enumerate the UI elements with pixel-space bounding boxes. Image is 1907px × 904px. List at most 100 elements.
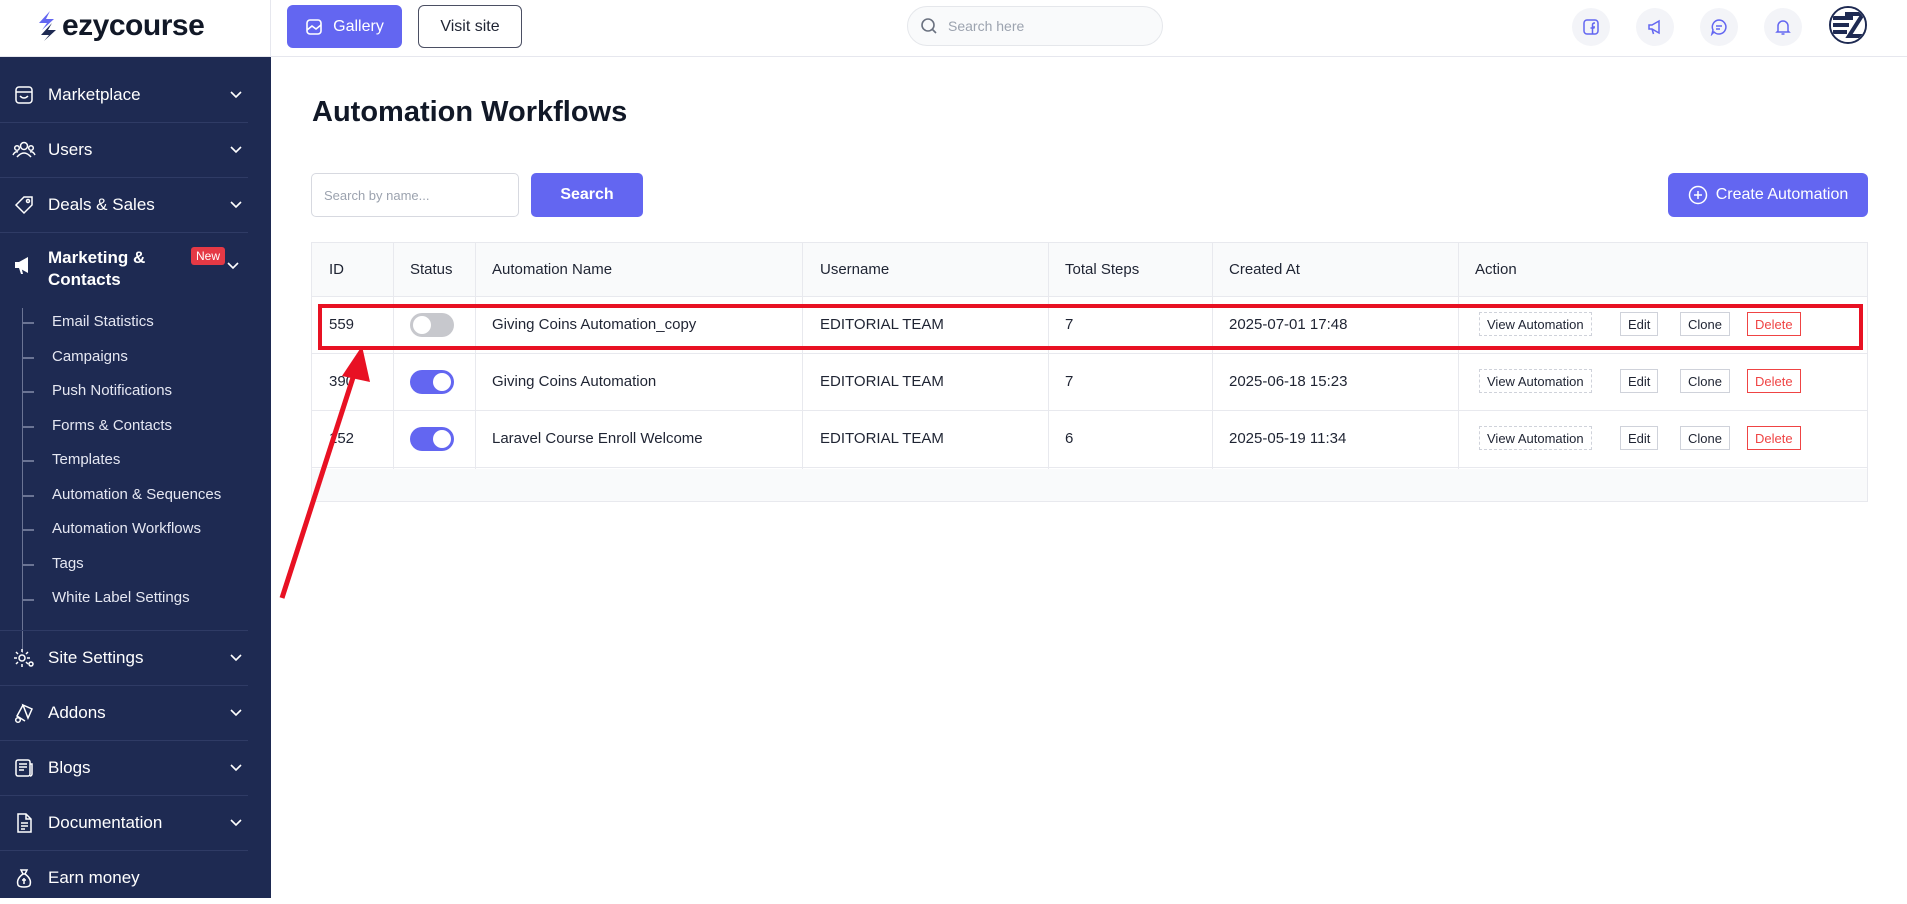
cell-id: 152 — [329, 430, 355, 447]
automations-table: ID Status Automation Name Username Total… — [311, 242, 1868, 502]
cell-id: 559 — [329, 316, 355, 333]
cell-total-steps: 7 — [1065, 316, 1074, 333]
visit-site-button[interactable]: Visit site — [418, 5, 522, 48]
gallery-button[interactable]: Gallery — [287, 5, 402, 48]
status-toggle[interactable] — [410, 427, 454, 451]
delete-button[interactable]: Delete — [1747, 369, 1801, 393]
clone-button[interactable]: Clone — [1680, 312, 1730, 336]
submenu-push-notifications[interactable]: Push Notifications — [52, 382, 172, 399]
column-header-username[interactable]: Username — [820, 261, 889, 278]
create-automation-button[interactable]: Create Automation — [1668, 173, 1868, 217]
chevron-down-icon — [227, 759, 245, 777]
name-search-input[interactable] — [311, 173, 519, 217]
search-button[interactable]: Search — [531, 173, 643, 217]
submenu-tags[interactable]: Tags — [52, 555, 84, 572]
toggle-knob — [433, 373, 451, 391]
submenu-automation-sequences[interactable]: Automation & Sequences — [52, 486, 221, 503]
column-header-id[interactable]: ID — [329, 261, 344, 278]
submenu-white-label-settings[interactable]: White Label Settings — [52, 589, 190, 606]
megaphone-icon — [12, 254, 34, 281]
sidebar-divider — [0, 630, 248, 631]
top-bar: ezycourse Gallery Visit site — [0, 0, 1907, 57]
status-toggle[interactable] — [410, 313, 454, 337]
cell-username: EDITORIAL TEAM — [820, 316, 944, 333]
toggle-knob — [413, 316, 431, 334]
sidebar-item-label: Marketplace — [48, 85, 141, 104]
sidebar-item-deals-sales[interactable]: Deals & Sales — [0, 179, 271, 231]
edit-button[interactable]: Edit — [1620, 312, 1659, 336]
column-header-created-at[interactable]: Created At — [1229, 261, 1300, 278]
delete-button[interactable]: Delete — [1747, 426, 1801, 450]
cell-automation-name: Giving Coins Automation — [492, 373, 657, 390]
submenu-tick — [22, 599, 34, 601]
header-search[interactable] — [907, 6, 1163, 46]
document-icon — [12, 811, 36, 835]
submenu-tick — [22, 460, 34, 462]
submenu-campaigns[interactable]: Campaigns — [52, 348, 128, 365]
table-row: 559 Giving Coins Automation_copy EDITORI… — [312, 297, 1867, 354]
sidebar-item-label: Earn money — [48, 868, 140, 887]
column-header-total-steps[interactable]: Total Steps — [1065, 261, 1139, 278]
delete-button[interactable]: Delete — [1747, 312, 1801, 336]
chevron-down-icon — [227, 86, 245, 104]
announcement-icon[interactable] — [1636, 8, 1674, 46]
header-search-input[interactable] — [948, 18, 1148, 34]
sidebar-item-label: Marketing & Contacts — [48, 248, 146, 289]
toggle-knob — [433, 430, 451, 448]
facebook-icon[interactable] — [1572, 8, 1610, 46]
sidebar-item-marketplace[interactable]: Marketplace — [0, 69, 271, 121]
create-automation-label: Create Automation — [1715, 186, 1849, 203]
edit-button[interactable]: Edit — [1620, 369, 1659, 393]
sidebar-item-blogs[interactable]: Blogs — [0, 742, 271, 794]
sidebar-item-earn-money[interactable]: Earn money — [0, 852, 271, 904]
submenu-templates[interactable]: Templates — [52, 451, 120, 468]
view-automation-button[interactable]: View Automation — [1479, 369, 1592, 393]
column-header-automation-name[interactable]: Automation Name — [492, 261, 612, 278]
sidebar-divider — [0, 232, 248, 233]
clone-button[interactable]: Clone — [1680, 426, 1730, 450]
ezycourse-logo-icon — [39, 11, 56, 41]
cell-username: EDITORIAL TEAM — [820, 430, 944, 447]
bell-icon[interactable] — [1764, 8, 1802, 46]
chevron-down-icon — [227, 196, 245, 214]
cell-created-at: 2025-06-18 15:23 — [1229, 373, 1348, 390]
submenu-tick — [22, 529, 34, 531]
submenu-automation-workflows[interactable]: Automation Workflows — [52, 520, 201, 537]
sidebar-divider — [0, 685, 248, 686]
submenu-forms-contacts[interactable]: Forms & Contacts — [52, 417, 172, 434]
page-title: Automation Workflows — [312, 96, 628, 128]
plus-circle-icon — [1688, 185, 1707, 205]
status-toggle[interactable] — [410, 370, 454, 394]
chevron-down-icon — [227, 704, 245, 722]
sidebar-item-addons[interactable]: Addons — [0, 687, 271, 739]
table-header: ID Status Automation Name Username Total… — [312, 243, 1867, 297]
chat-icon[interactable] — [1700, 8, 1738, 46]
sidebar-item-users[interactable]: Users — [0, 124, 271, 176]
view-automation-button[interactable]: View Automation — [1479, 426, 1592, 450]
sidebar-item-label: Users — [48, 140, 93, 159]
sidebar-item-label: Blogs — [48, 758, 91, 777]
users-icon — [12, 138, 36, 162]
logo[interactable]: ezycourse — [36, 9, 205, 43]
shop-icon — [12, 83, 36, 107]
money-bag-icon — [12, 866, 36, 890]
view-automation-button[interactable]: View Automation — [1479, 312, 1592, 336]
cell-automation-name: Giving Coins Automation_copy — [492, 316, 697, 333]
gallery-label: Gallery — [333, 17, 384, 35]
sidebar-item-site-settings[interactable]: Site Settings — [0, 632, 271, 684]
cell-created-at: 2025-07-01 17:48 — [1229, 316, 1348, 333]
clone-button[interactable]: Clone — [1680, 369, 1730, 393]
submenu-email-statistics[interactable]: Email Statistics — [52, 313, 154, 330]
submenu-tick — [22, 357, 34, 359]
avatar[interactable] — [1829, 6, 1867, 44]
submenu-tick — [22, 495, 34, 497]
table-row: 152 Laravel Course Enroll Welcome EDITOR… — [312, 411, 1867, 468]
sidebar-divider — [0, 122, 248, 123]
edit-button[interactable]: Edit — [1620, 426, 1659, 450]
search-icon — [921, 18, 937, 34]
sidebar-item-label: Addons — [48, 703, 106, 722]
cell-automation-name: Laravel Course Enroll Welcome — [492, 430, 703, 447]
addons-icon — [12, 701, 36, 725]
sidebar-item-documentation[interactable]: Documentation — [0, 797, 271, 849]
column-header-status[interactable]: Status — [410, 261, 453, 278]
